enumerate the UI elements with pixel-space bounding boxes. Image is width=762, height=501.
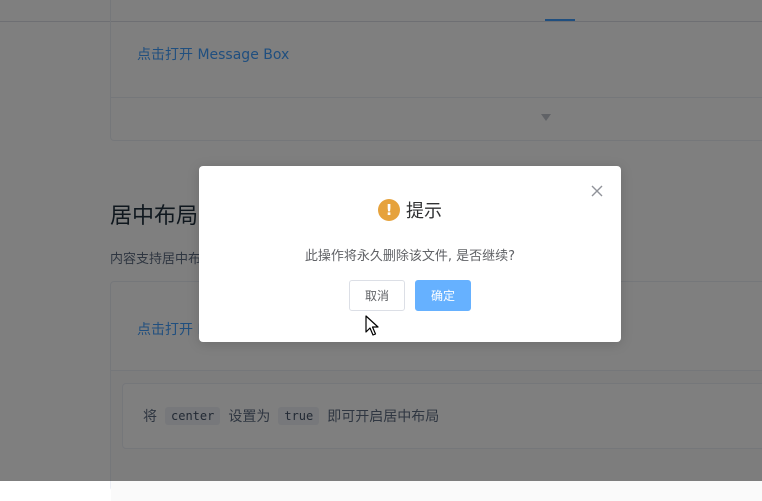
confirm-button[interactable]: 确定 xyxy=(415,280,471,311)
warning-icon: ! xyxy=(378,199,400,221)
dialog-message: 此操作将永久删除该文件, 是否继续? xyxy=(304,249,516,264)
dialog-title: 提示 xyxy=(406,201,442,222)
dialog-header: ! 提示 xyxy=(199,197,621,223)
cancel-button[interactable]: 取消 xyxy=(349,280,405,311)
close-icon[interactable] xyxy=(590,183,604,197)
mouse-pointer-icon xyxy=(365,315,379,341)
message-box-dialog: ! 提示 此操作将永久删除该文件, 是否继续? 取消 确定 xyxy=(199,166,621,342)
